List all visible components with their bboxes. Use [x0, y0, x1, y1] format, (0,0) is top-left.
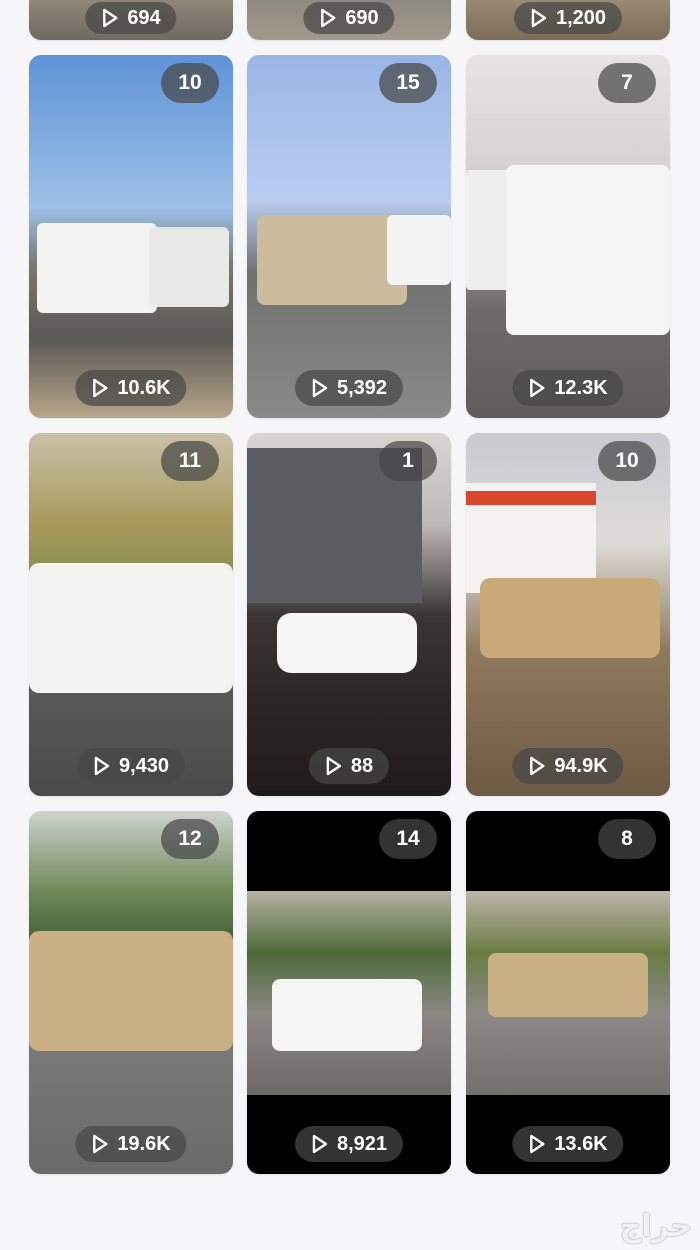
thumbnail-image: [247, 55, 451, 418]
view-count: 690: [303, 2, 395, 34]
thumbnail-image: [466, 433, 670, 796]
thumbnail-image: [29, 811, 233, 1174]
thumbnail-image: [247, 433, 451, 796]
view-count-label: 5,392: [336, 376, 388, 399]
view-count: 13.6K: [512, 1126, 624, 1162]
clip-count-badge: 10: [161, 63, 219, 103]
view-count: 8,921: [294, 1126, 404, 1162]
view-count-label: 10.6K: [117, 376, 171, 399]
video-tile[interactable]: 10 94.9K: [466, 433, 670, 796]
view-count: 694: [85, 2, 177, 34]
video-tile[interactable]: 12 19.6K: [29, 811, 233, 1174]
play-icon: [93, 756, 111, 776]
play-icon: [528, 378, 546, 398]
clip-count-badge: 10: [598, 441, 656, 481]
view-count-label: 88: [350, 754, 374, 777]
view-count-label: 690: [345, 6, 379, 29]
view-count-label: 94.9K: [554, 754, 608, 777]
play-icon: [91, 1134, 109, 1154]
view-count: 12.3K: [512, 370, 624, 406]
play-icon: [528, 1134, 546, 1154]
clip-count-badge: 11: [161, 441, 219, 481]
view-count-label: 12.3K: [554, 376, 608, 399]
video-tile[interactable]: 690: [247, 0, 451, 40]
play-icon: [311, 378, 329, 398]
thumbnail-image: [29, 55, 233, 418]
video-tile[interactable]: 11 9,430: [29, 433, 233, 796]
view-count: 9,430: [76, 748, 186, 784]
play-icon: [101, 8, 119, 28]
video-tile[interactable]: 7 12.3K: [466, 55, 670, 418]
view-count-label: 1,200: [555, 6, 607, 29]
view-count: 10.6K: [75, 370, 187, 406]
thumbnail-image: [29, 433, 233, 796]
thumbnail-image: [247, 811, 451, 1174]
play-icon: [311, 1134, 329, 1154]
clip-count-badge: 7: [598, 63, 656, 103]
view-count-label: 13.6K: [554, 1132, 608, 1155]
clip-count-badge: 15: [379, 63, 437, 103]
video-tile[interactable]: 15 5,392: [247, 55, 451, 418]
video-tile[interactable]: 8 13.6K: [466, 811, 670, 1174]
clip-count-badge: 1: [379, 441, 437, 481]
play-icon: [528, 756, 546, 776]
play-icon: [319, 8, 337, 28]
video-tile[interactable]: 14 8,921: [247, 811, 451, 1174]
view-count-label: 694: [127, 6, 161, 29]
clip-count-badge: 12: [161, 819, 219, 859]
thumbnail-image: [466, 55, 670, 418]
video-tile[interactable]: 694: [29, 0, 233, 40]
video-tile[interactable]: 1 88: [247, 433, 451, 796]
view-count: 5,392: [294, 370, 404, 406]
clip-count-badge: 8: [598, 819, 656, 859]
view-count: 19.6K: [75, 1126, 187, 1162]
clip-count-badge: 14: [379, 819, 437, 859]
view-count-label: 9,430: [118, 754, 170, 777]
video-tile[interactable]: 1,200: [466, 0, 670, 40]
play-icon: [91, 378, 109, 398]
video-tile[interactable]: 10 10.6K: [29, 55, 233, 418]
view-count-label: 19.6K: [117, 1132, 171, 1155]
view-count-label: 8,921: [336, 1132, 388, 1155]
play-icon: [530, 8, 548, 28]
view-count: 1,200: [513, 2, 623, 34]
thumbnail-image: [466, 811, 670, 1174]
play-icon: [325, 756, 343, 776]
view-count: 88: [308, 748, 390, 784]
video-grid: 694 690 1,200 10 10.6K 15 5,392 7 12.3K …: [0, 0, 700, 1250]
view-count: 94.9K: [512, 748, 624, 784]
haraj-watermark: حراج: [619, 1209, 692, 1244]
